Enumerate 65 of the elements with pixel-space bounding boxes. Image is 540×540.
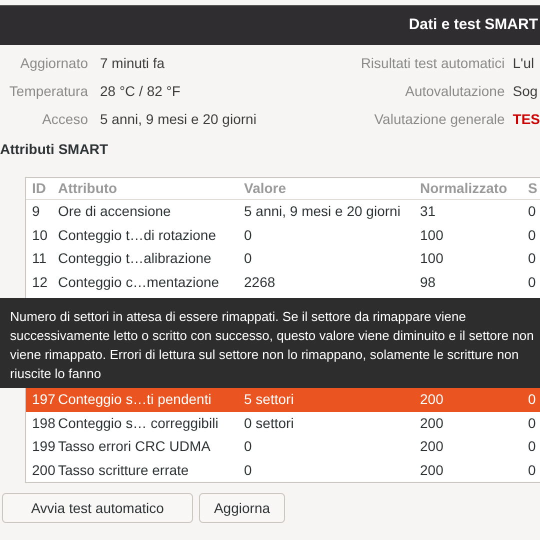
info-label: Acceso: [41, 110, 88, 129]
table-cell-text: 11: [31, 249, 48, 268]
table-cell-text: 0: [244, 226, 253, 245]
table-row[interactable]: 10 Conteggio t…di rotazione 0 100 0: [26, 224, 540, 247]
info-value: 28 °C / 82 °F: [100, 82, 182, 101]
info-value: 5 anni, 9 mesi e 20 giorni: [100, 110, 256, 129]
table-cell-text: Ore di accensione: [58, 202, 172, 222]
info-label: Risultati test automatici: [360, 54, 505, 73]
table-cell-text: 199: [31, 437, 56, 456]
table-cell-text: 98: [420, 272, 437, 292]
info-value: 7 minuti fa: [100, 54, 166, 73]
info-label: Aggiornato: [19, 54, 88, 73]
table-cell-text: 0: [244, 460, 253, 480]
table-cell-text: 0: [244, 437, 253, 456]
table-row[interactable]: 200 Tasso scritture errate 0 200 0: [26, 458, 540, 482]
table-cell-text: 2268: [244, 272, 276, 292]
table-cell-text: 31: [420, 202, 437, 222]
table-cell-text: Conteggio s…ti pendenti: [58, 390, 212, 410]
info-value: TES: [512, 110, 540, 129]
table-cell-text: 200: [420, 437, 444, 456]
table-cell-text: 200: [420, 460, 444, 480]
table-cell-text: 0: [528, 460, 537, 480]
table-row[interactable]: 11 Conteggio t…alibrazione 0 100 0: [26, 247, 540, 270]
info-label: Temperatura: [8, 82, 88, 101]
table-cell-text: 5 settori: [244, 390, 295, 410]
table-cell-text: Conteggio c…mentazione: [58, 272, 220, 292]
table-cell-text: 0: [528, 202, 537, 222]
table-cell-text: 0: [528, 226, 537, 245]
table-cell-text: Conteggio s… correggibili: [58, 414, 220, 433]
info-value: L'ul: [512, 54, 536, 73]
table-cell-text: 100: [420, 249, 444, 268]
action-button[interactable]: Avvia test automatico: [2, 493, 193, 523]
info-label: Valutazione generale: [373, 110, 505, 129]
table-cell-text: 0 settori: [244, 414, 295, 433]
window-title: Dati e test SMART: [408, 15, 538, 36]
table-cell-text: Tasso errori CRC UDMA: [58, 437, 212, 456]
table-cell-text: 198: [31, 414, 56, 433]
section-title: Attributi SMART: [0, 140, 110, 159]
table-cell-text: 0: [528, 272, 537, 292]
table-row[interactable]: 197 Conteggio s…ti pendenti 5 settori 200 0: [26, 388, 540, 412]
table-cell-text: 0: [528, 414, 537, 433]
table-cell-text: 0: [528, 249, 537, 268]
table-row[interactable]: 198 Conteggio s… correggibili 0 settori 200 0: [26, 412, 540, 435]
table-cell-text: 9: [31, 202, 41, 222]
info-label: Autovalutazione: [404, 82, 505, 101]
table-cell-text: 0: [528, 437, 537, 456]
action-button[interactable]: Aggiorna: [199, 493, 285, 523]
table-cell-text: 197: [31, 390, 56, 410]
table-cell-text: 0: [528, 390, 537, 410]
table-cell-text: 5 anni, 9 mesi e 20 giorni: [244, 202, 402, 222]
table-cell-text: Conteggio t…alibrazione: [58, 249, 212, 268]
table-cell-text: 200: [420, 414, 444, 433]
info-value: Sog: [512, 82, 539, 101]
table-cell-text: 200: [31, 460, 56, 480]
table-cell-text: 12: [31, 272, 49, 292]
tooltip: Numero di settori in attesa di essere rimappati. Se il settore da rimappare viene successivamente letto o scritto con successo, questo valore viene diminuito e il settore non viene rimappato. Errori di lettura sul settore non lo rimappano, solamente le scritture non riuscite lo fanno: [0, 298, 540, 388]
table-cell-text: 200: [420, 390, 444, 410]
table-row[interactable]: 9 Ore di accensione 5 anni, 9 mesi e 20 giorni 31 0: [26, 200, 540, 224]
table-cell-text: 0: [244, 249, 253, 268]
table-cell-text: 10: [31, 226, 49, 245]
table-row[interactable]: 199 Tasso errori CRC UDMA 0 200 0: [26, 435, 540, 458]
table-row[interactable]: 12 Conteggio c…mentazione 2268 98 0: [26, 270, 540, 294]
table-cell-text: Tasso scritture errate: [58, 460, 190, 480]
table-cell-text: 100: [420, 226, 444, 245]
table-cell-text: Conteggio t…di rotazione: [58, 226, 217, 245]
